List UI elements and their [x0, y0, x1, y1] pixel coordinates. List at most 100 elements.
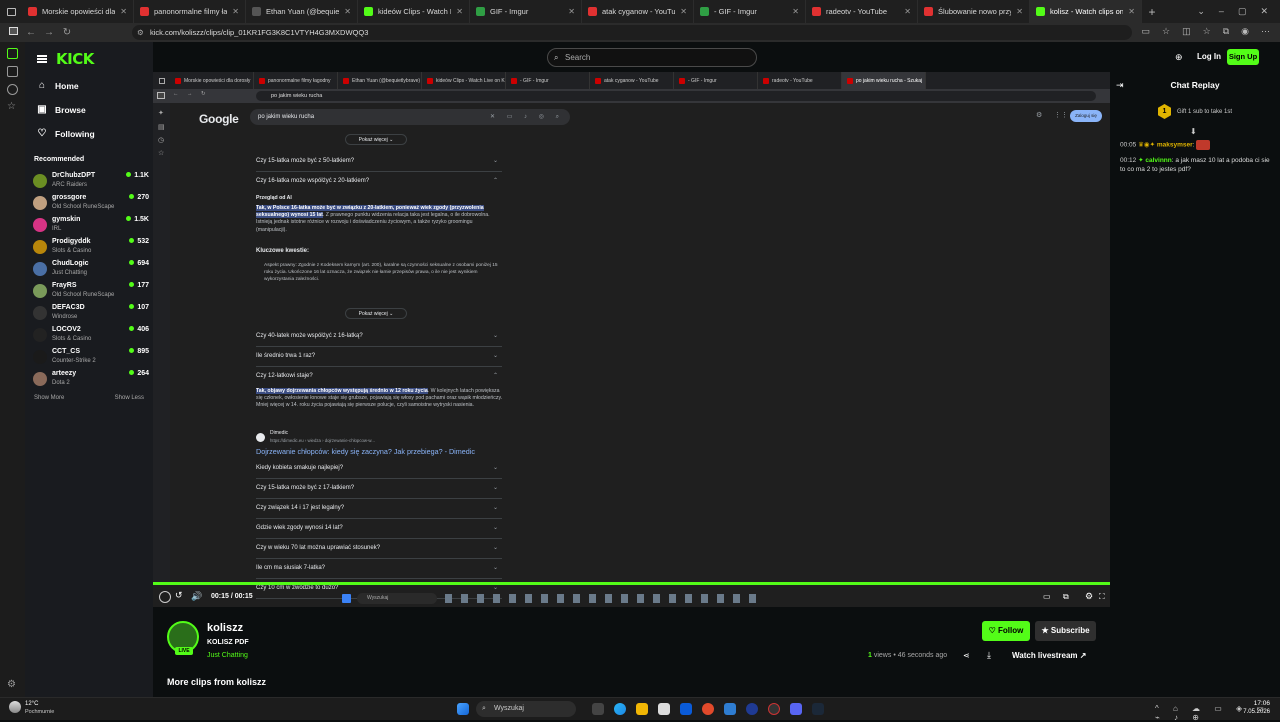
recommended-channel[interactable]: arteezy Dota 2 264 [33, 370, 149, 392]
file-explorer-icon[interactable] [636, 703, 648, 715]
forward-icon[interactable]: → [40, 27, 58, 38]
recommended-channel[interactable]: CCT_CS Counter-Strike 2 895 [33, 348, 149, 370]
favorite-star-icon[interactable]: ☆ [1162, 26, 1170, 37]
reader-icon[interactable]: ▭ [1142, 26, 1151, 37]
recommended-channel[interactable]: LOCOV2 Slots & Casino 406 [33, 326, 149, 348]
sidebar-toggle-icon[interactable] [4, 27, 22, 38]
recommended-channel[interactable]: ChudLogic Just Chatting 694 [33, 260, 149, 282]
nav-home[interactable]: ⌂ Home [37, 80, 79, 91]
browser-tab[interactable]: - GIF - Imgur ✕ [694, 0, 806, 23]
video-settings-icon[interactable]: ⚙ [1085, 591, 1093, 602]
close-tab-icon[interactable]: ✕ [1016, 7, 1023, 16]
pip-icon[interactable]: ⧉ [1063, 592, 1069, 602]
tab-actions-icon[interactable] [0, 0, 22, 23]
browser-tab[interactable]: radeotv - YouTube ✕ [806, 0, 918, 23]
browser-tab[interactable]: Ślubowanie nowo przyjętych p✕ [918, 0, 1030, 23]
theater-mode-icon[interactable]: ▭ [1043, 592, 1051, 601]
more-menu-icon[interactable]: ⋯ [1261, 26, 1270, 37]
collections-icon[interactable]: ⧉ [1223, 26, 1229, 37]
hamburger-menu-icon[interactable] [37, 55, 47, 63]
recommended-channel[interactable]: DrChubzDPT ARC Raiders 1.1K [33, 172, 149, 194]
category-link[interactable]: Just Chatting [207, 652, 248, 659]
mail-icon[interactable] [724, 703, 736, 715]
app-icon[interactable] [702, 703, 714, 715]
share-icon[interactable]: ⋖ [963, 651, 970, 660]
close-tab-icon[interactable]: ✕ [120, 7, 127, 16]
edge-icon[interactable] [614, 703, 626, 715]
close-tab-icon[interactable]: ✕ [1128, 7, 1135, 16]
channel-name[interactable]: koliszz [207, 622, 243, 634]
maximize-button[interactable]: ▢ [1238, 6, 1247, 17]
search-input[interactable]: ⌕ Search [547, 48, 757, 67]
subscribe-button[interactable]: ★ Subscribe [1035, 621, 1096, 641]
url-field[interactable]: ⚙ kick.com/koliszz/clips/clip_01KR1FG3K8… [132, 25, 1132, 40]
gift-sub-banner[interactable]: 1 Gift 1 sub to take 1st [1158, 104, 1232, 119]
profile-icon[interactable]: ◉ [1241, 26, 1249, 37]
minimize-button[interactable]: – [1219, 6, 1224, 17]
app3-icon[interactable] [768, 703, 780, 715]
close-tab-icon[interactable]: ✕ [232, 7, 239, 16]
volume-icon[interactable]: 🔊 [191, 591, 202, 602]
browser-tab[interactable]: kideów Clips - Watch Live on Ki✕ [358, 0, 470, 23]
notepad-icon[interactable] [658, 703, 670, 715]
fullscreen-icon[interactable]: ⛶ [1099, 592, 1105, 602]
copilot-icon[interactable] [7, 48, 18, 59]
close-window-button[interactable]: ✕ [1260, 6, 1268, 17]
app2-icon[interactable] [746, 703, 758, 715]
recommended-channel[interactable]: Prodigyddk Slots & Casino 532 [33, 238, 149, 260]
settings-gear-icon[interactable]: ⚙ [7, 680, 18, 691]
nav-following[interactable]: ♡ Following [37, 128, 95, 139]
browser-tab[interactable]: Morskie opowieści dla dorosły✕ [22, 0, 134, 23]
history-icon[interactable] [7, 84, 18, 95]
tools-icon[interactable] [7, 66, 18, 77]
browser-tab[interactable]: kolisz - Watch clips on Kick✕ [1030, 0, 1142, 23]
task-view-icon[interactable] [592, 703, 604, 715]
browser-tab[interactable]: Ethan Yuan (@bequietlybrave) |✕ [246, 0, 358, 23]
back-icon[interactable]: ← [22, 27, 40, 38]
replay-icon[interactable] [159, 591, 171, 603]
refresh-icon[interactable]: ↻ [58, 27, 76, 38]
kick-logo[interactable]: KICK [56, 50, 94, 68]
close-tab-icon[interactable]: ✕ [568, 7, 575, 16]
follow-button[interactable]: ♡ Follow [982, 621, 1030, 641]
favorites-icon[interactable]: ☆ [1203, 26, 1211, 37]
weather-icon[interactable] [9, 701, 21, 713]
signup-button[interactable]: Sign Up [1227, 49, 1259, 65]
live-dot-icon [129, 304, 135, 309]
browser-tab[interactable]: atak cyganow - YouTube✕ [582, 0, 694, 23]
close-tab-icon[interactable]: ✕ [344, 7, 351, 16]
login-button[interactable]: Log In [1197, 52, 1221, 61]
taskbar-search[interactable]: ⌕ Wyszukaj [476, 701, 576, 717]
show-less-button[interactable]: Show Less [115, 395, 144, 401]
recommended-channel[interactable]: grossgore Old School RuneScape 270 [33, 194, 149, 216]
recommended-channel[interactable]: FrayRS Old School RuneScape 177 [33, 282, 149, 304]
store-icon[interactable] [680, 703, 692, 715]
close-tab-icon[interactable]: ✕ [904, 7, 911, 16]
recommended-channel[interactable]: DEFAC3D Windrose 107 [33, 304, 149, 326]
language-globe-icon[interactable]: ⊕ [1175, 52, 1183, 63]
close-tab-icon[interactable]: ✕ [792, 7, 799, 16]
close-tab-icon[interactable]: ✕ [456, 7, 463, 16]
site-info-icon[interactable]: ⚙ [137, 25, 144, 40]
split-screen-icon[interactable]: ◫ [1182, 26, 1191, 37]
watch-livestream-button[interactable]: Watch livestream ↗ [1006, 647, 1092, 664]
windows-start-icon[interactable] [457, 703, 469, 715]
browser-tab[interactable]: panonormalne filmy łagodny✕ [134, 0, 246, 23]
close-tab-icon[interactable]: ✕ [680, 7, 687, 16]
pause-icon[interactable]: ↺ [175, 590, 183, 601]
steam-icon[interactable] [812, 703, 824, 715]
download-icon[interactable]: ⤓ [987, 650, 991, 661]
discord-icon[interactable] [790, 703, 802, 715]
nav-browse[interactable]: ▣ Browse [37, 104, 85, 115]
browser-tab[interactable]: GIF - Imgur ✕ [470, 0, 582, 23]
clip-video-player[interactable]: Morskie opowieści dla dorosły panonormaln… [153, 72, 1110, 607]
clock-time[interactable]: 17:06 [1240, 700, 1270, 707]
video-progress-bar[interactable] [153, 582, 1110, 585]
show-more-button[interactable]: Show More [34, 395, 64, 401]
recommended-channel[interactable]: gymskin IRL 1.5K [33, 216, 149, 238]
tab-search-icon[interactable]: ⌄ [1197, 6, 1205, 17]
new-tab-button[interactable]: + [1142, 5, 1162, 19]
star-icon[interactable]: ☆ [7, 102, 18, 113]
clock-date[interactable]: 7.05.2026 [1232, 709, 1270, 715]
answer-text: Tak, objawy dojrzewania chłopców występu… [256, 388, 503, 409]
